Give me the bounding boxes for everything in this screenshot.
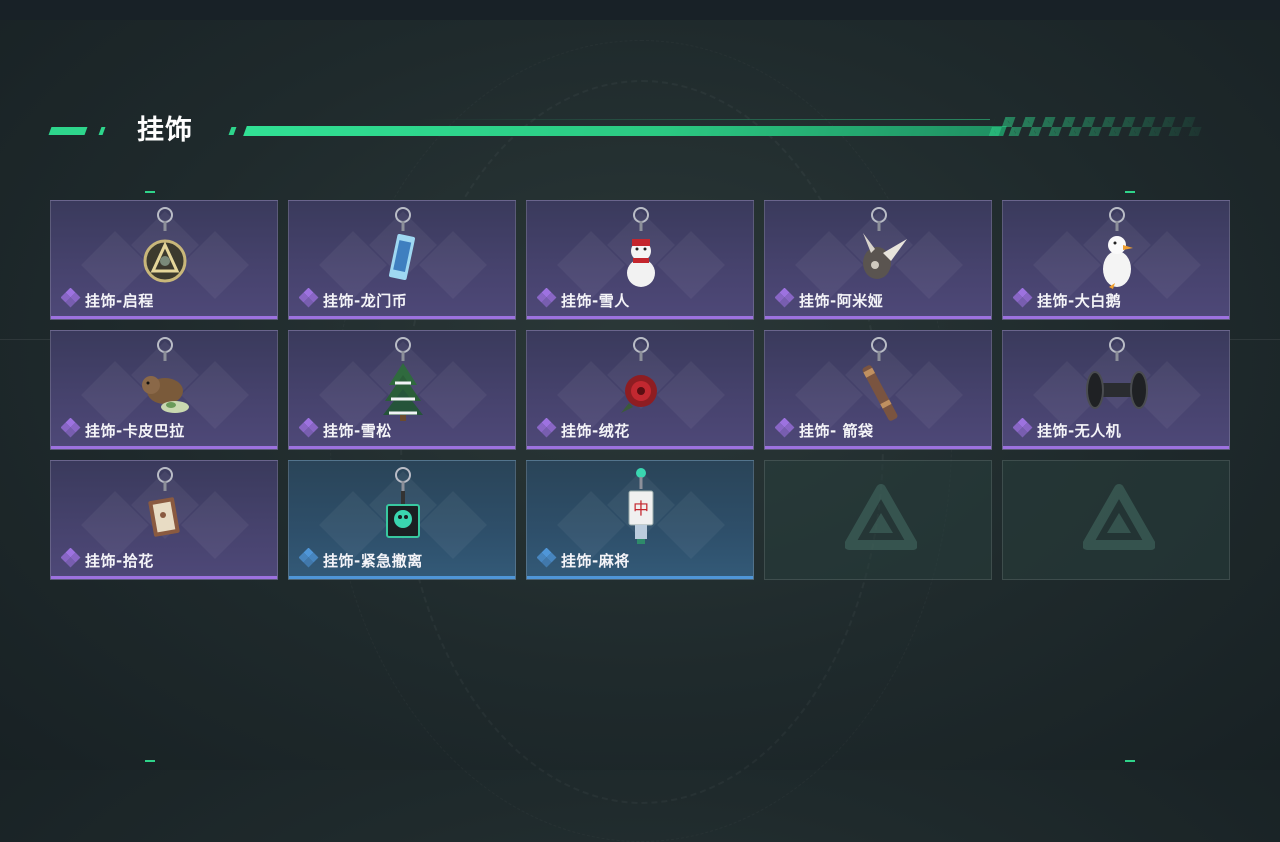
goose-charm-icon (1103, 207, 1133, 289)
rarity-underline (289, 316, 515, 319)
placeholder-logo-icon (845, 484, 917, 550)
rarity-underline (289, 446, 515, 449)
empty-slot[interactable] (764, 460, 992, 580)
corner-tick-br (1125, 760, 1135, 762)
mahjong-charm-icon: 中 (628, 468, 654, 544)
charm-card[interactable]: 挂饰-雪松 (288, 330, 516, 450)
charm-name: 挂饰-拾花 (85, 551, 154, 570)
charm-card[interactable]: 挂饰-拾花 (50, 460, 278, 580)
coin-tag-charm-icon (388, 207, 416, 281)
snowman-charm-icon (627, 207, 655, 287)
charm-card[interactable]: 中挂饰-麻将 (526, 460, 754, 580)
charm-label: 挂饰-绒花 (536, 417, 630, 442)
rarity-purple-icon (536, 417, 557, 442)
charm-card[interactable]: 挂饰-紧急撤离 (288, 460, 516, 580)
rarity-purple-icon (60, 547, 81, 572)
charm-label: 挂饰-拾花 (60, 547, 154, 572)
charm-card[interactable]: 挂饰-阿米娅 (764, 200, 992, 320)
charm-name: 挂饰-雪人 (561, 291, 630, 310)
drone-charm-icon (1086, 337, 1148, 409)
corner-tick-tr (1125, 191, 1135, 193)
capybara-charm-icon (142, 337, 189, 413)
charm-card[interactable]: 挂饰-启程 (50, 200, 278, 320)
header-dash-small (228, 127, 237, 135)
charm-name: 挂饰-麻将 (561, 551, 630, 570)
side-line-left (0, 339, 50, 340)
red-flower-charm-icon (621, 337, 657, 413)
rarity-purple-icon (1012, 287, 1033, 312)
charm-name: 挂饰-龙门币 (323, 291, 408, 310)
charm-card[interactable]: 挂饰-无人机 (1002, 330, 1230, 450)
charm-card[interactable]: 挂饰- 箭袋 (764, 330, 992, 450)
charm-card[interactable]: 挂饰-龙门币 (288, 200, 516, 320)
rarity-underline (527, 446, 753, 449)
charm-label: 挂饰-卡皮巴拉 (60, 417, 185, 442)
charm-card[interactable]: 挂饰-卡皮巴拉 (50, 330, 278, 450)
charm-name: 挂饰-紧急撤离 (323, 551, 423, 570)
top-bar (0, 0, 1280, 20)
charm-grid: 挂饰-启程 挂饰-龙门币 挂饰-雪人 挂饰-阿米娅 挂饰-大白鹅挂饰-卡皮巴拉 挂饰-雪松… (50, 200, 1230, 580)
charm-name: 挂饰-启程 (85, 291, 154, 310)
side-line-right (1230, 339, 1280, 340)
pine-tree-charm-icon (383, 337, 423, 421)
quiver-charm-icon (862, 337, 898, 421)
rarity-purple-icon (1012, 417, 1033, 442)
rarity-blue-icon (536, 547, 557, 572)
charm-name: 挂饰- 箭袋 (799, 421, 874, 440)
charm-label: 挂饰-雪松 (298, 417, 392, 442)
charm-name: 挂饰-绒花 (561, 421, 630, 440)
charm-card[interactable]: 挂饰-雪人 (526, 200, 754, 320)
charm-name: 挂饰-大白鹅 (1037, 291, 1122, 310)
charm-name: 挂饰-卡皮巴拉 (85, 421, 185, 440)
charm-label: 挂饰- 箭袋 (774, 417, 874, 442)
header-thin-line (420, 119, 990, 120)
charm-name: 挂饰-阿米娅 (799, 291, 884, 310)
header-checker-pattern (988, 117, 1206, 136)
rarity-underline (527, 576, 753, 579)
section-title: 挂饰 (137, 115, 193, 146)
rarity-underline (765, 446, 991, 449)
rarity-purple-icon (60, 417, 81, 442)
rarity-underline (1003, 316, 1229, 319)
charm-label: 挂饰-大白鹅 (1012, 287, 1122, 312)
emblem-charm-icon (143, 207, 187, 283)
placeholder-logo-icon (1083, 484, 1155, 550)
rarity-underline (289, 576, 515, 579)
rarity-underline (51, 576, 277, 579)
charm-label: 挂饰-龙门币 (298, 287, 408, 312)
rarity-purple-icon (298, 287, 319, 312)
charm-label: 挂饰-麻将 (536, 547, 630, 572)
bunny-charm-icon (863, 207, 907, 279)
rarity-purple-icon (536, 287, 557, 312)
rarity-underline (765, 316, 991, 319)
header-dash (48, 127, 88, 135)
rarity-purple-icon (298, 417, 319, 442)
svg-text:中: 中 (633, 499, 649, 518)
charm-name: 挂饰-雪松 (323, 421, 392, 440)
frame-charm-icon (148, 467, 180, 537)
corner-tick-bl (145, 760, 155, 762)
rarity-purple-icon (60, 287, 81, 312)
green-box-charm-icon (386, 467, 420, 538)
charm-card[interactable]: 挂饰-大白鹅 (1002, 200, 1230, 320)
rarity-underline (527, 316, 753, 319)
charm-label: 挂饰-无人机 (1012, 417, 1122, 442)
charm-label: 挂饰-雪人 (536, 287, 630, 312)
empty-slot[interactable] (1002, 460, 1230, 580)
header-dash-small (98, 127, 106, 135)
rarity-underline (1003, 446, 1229, 449)
header-bar (243, 126, 1007, 136)
charm-label: 挂饰-启程 (60, 287, 154, 312)
rarity-purple-icon (774, 287, 795, 312)
corner-tick-tl (145, 191, 155, 193)
rarity-underline (51, 446, 277, 449)
charm-card[interactable]: 挂饰-绒花 (526, 330, 754, 450)
charm-label: 挂饰-阿米娅 (774, 287, 884, 312)
rarity-underline (51, 316, 277, 319)
rarity-purple-icon (774, 417, 795, 442)
charm-label: 挂饰-紧急撤离 (298, 547, 423, 572)
charm-name: 挂饰-无人机 (1037, 421, 1122, 440)
rarity-blue-icon (298, 547, 319, 572)
